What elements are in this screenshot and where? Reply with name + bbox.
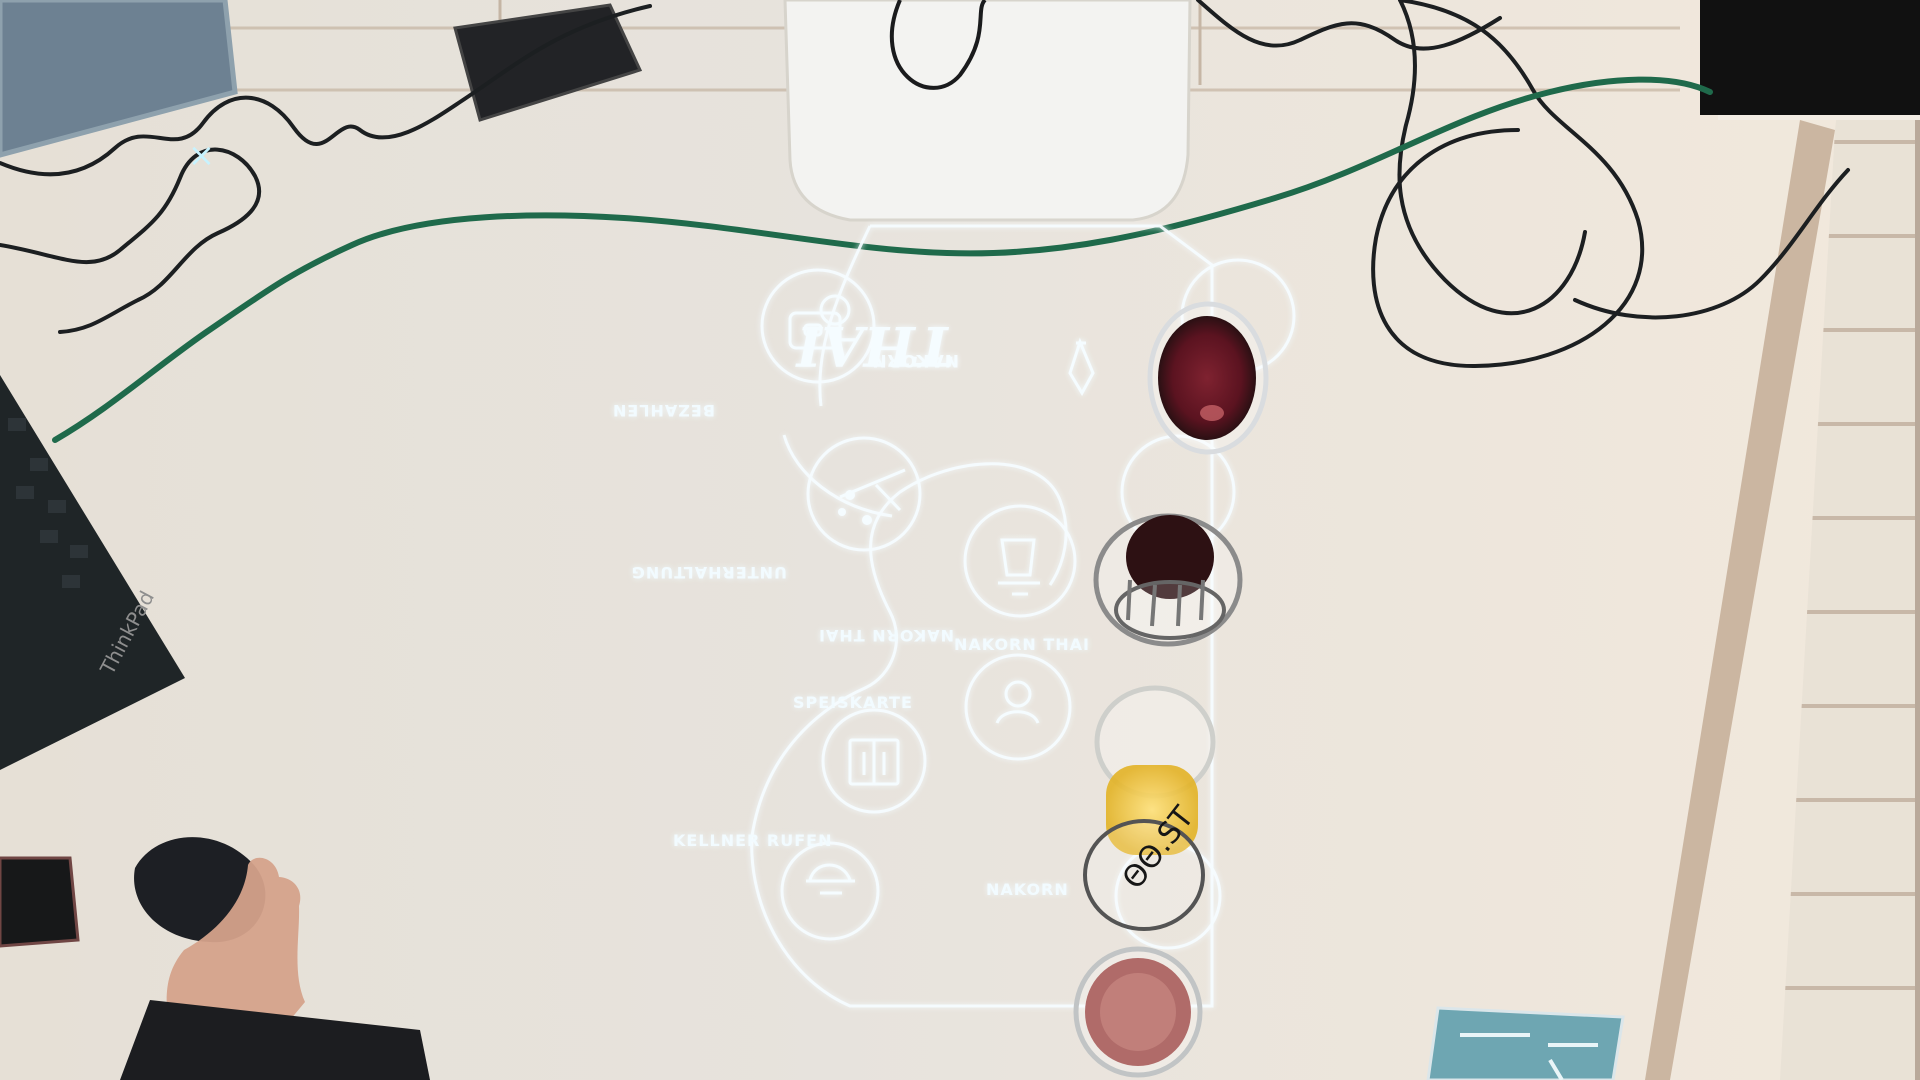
dark-corner-top-right [1700,0,1920,115]
center-label-top: NAKORN THAI [818,626,954,645]
tabletop-scene: ThinkPad THAI NAKORN BEZAHLEN UNTERHALTU… [0,0,1920,1080]
menu-label: SPEISKARTE [793,693,913,712]
center-label-bottom: NAKORN THAI [954,635,1090,654]
bottom-brand: NAKORN [986,880,1069,899]
monitor-stand [783,0,1192,222]
call-label: KELLNER RUFEN [673,831,833,850]
pay-label: BEZAHLEN [612,401,715,420]
close-glyph[interactable]: × [188,136,215,174]
phone [0,856,80,948]
brand-small: NAKORN [871,350,959,370]
entertainment-label: UNTERHALTUNG [631,563,787,582]
projected-table-interface: ThinkPad THAI NAKORN BEZAHLEN UNTERHALTU… [0,0,1920,1080]
